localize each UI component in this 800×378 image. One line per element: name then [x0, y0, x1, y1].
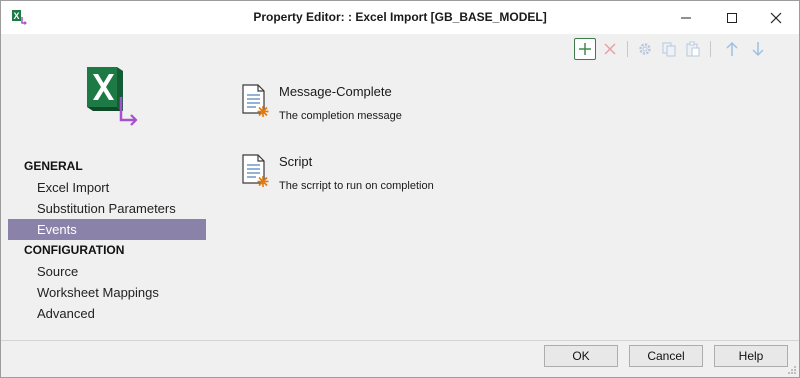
event-name: Message-Complete	[279, 84, 392, 99]
event-item-script[interactable]: Script The scrript to run on completion	[241, 151, 761, 201]
nav-item-worksheet-mappings[interactable]: Worksheet Mappings	[8, 282, 206, 303]
ok-button[interactable]: OK	[544, 345, 618, 367]
event-document-icon	[241, 84, 271, 118]
add-icon	[579, 43, 591, 55]
configure-button[interactable]	[634, 38, 656, 60]
navigation-panel: GENERAL Excel Import Substitution Parame…	[8, 156, 206, 324]
resize-grip-icon[interactable]	[787, 365, 797, 375]
move-down-icon	[752, 42, 764, 57]
paste-button[interactable]	[682, 38, 704, 60]
excel-logo-icon	[87, 67, 139, 129]
close-button[interactable]	[753, 1, 799, 34]
minimize-icon	[681, 17, 691, 18]
copy-button[interactable]	[658, 38, 680, 60]
nav-header-configuration: CONFIGURATION	[24, 243, 125, 257]
delete-button[interactable]	[599, 38, 621, 60]
add-button[interactable]	[574, 38, 596, 60]
move-up-button[interactable]	[721, 38, 743, 60]
title-bar[interactable]: X Property Editor: : Excel Import [GB_BA…	[1, 1, 799, 34]
nav-header-general: GENERAL	[24, 159, 83, 173]
nav-item-events[interactable]: Events	[8, 219, 206, 240]
help-button[interactable]: Help	[714, 345, 788, 367]
cancel-button[interactable]: Cancel	[629, 345, 703, 367]
footer-divider	[1, 340, 799, 341]
nav-item-excel-import[interactable]: Excel Import	[8, 177, 206, 198]
paste-icon	[686, 41, 700, 57]
events-toolbar	[571, 38, 771, 60]
nav-item-source[interactable]: Source	[8, 261, 206, 282]
toolbar-separator	[627, 41, 628, 57]
event-document-icon	[241, 154, 271, 188]
copy-icon	[662, 42, 676, 57]
minimize-button[interactable]	[663, 1, 709, 34]
move-down-button[interactable]	[747, 38, 769, 60]
move-up-icon	[726, 41, 738, 56]
event-description: The scrript to run on completion	[279, 180, 434, 192]
configure-icon	[639, 43, 651, 55]
delete-icon	[604, 43, 616, 55]
event-description: The completion message	[279, 110, 402, 122]
toolbar-separator	[710, 41, 711, 57]
nav-item-substitution-parameters[interactable]: Substitution Parameters	[8, 198, 206, 219]
property-editor-window: X Property Editor: : Excel Import [GB_BA…	[0, 0, 800, 378]
event-item-message-complete[interactable]: Message-Complete The completion message	[241, 81, 761, 131]
maximize-button[interactable]	[709, 1, 755, 34]
maximize-icon	[727, 12, 737, 23]
close-icon	[770, 12, 782, 23]
nav-item-advanced[interactable]: Advanced	[8, 303, 206, 324]
event-name: Script	[279, 154, 313, 169]
